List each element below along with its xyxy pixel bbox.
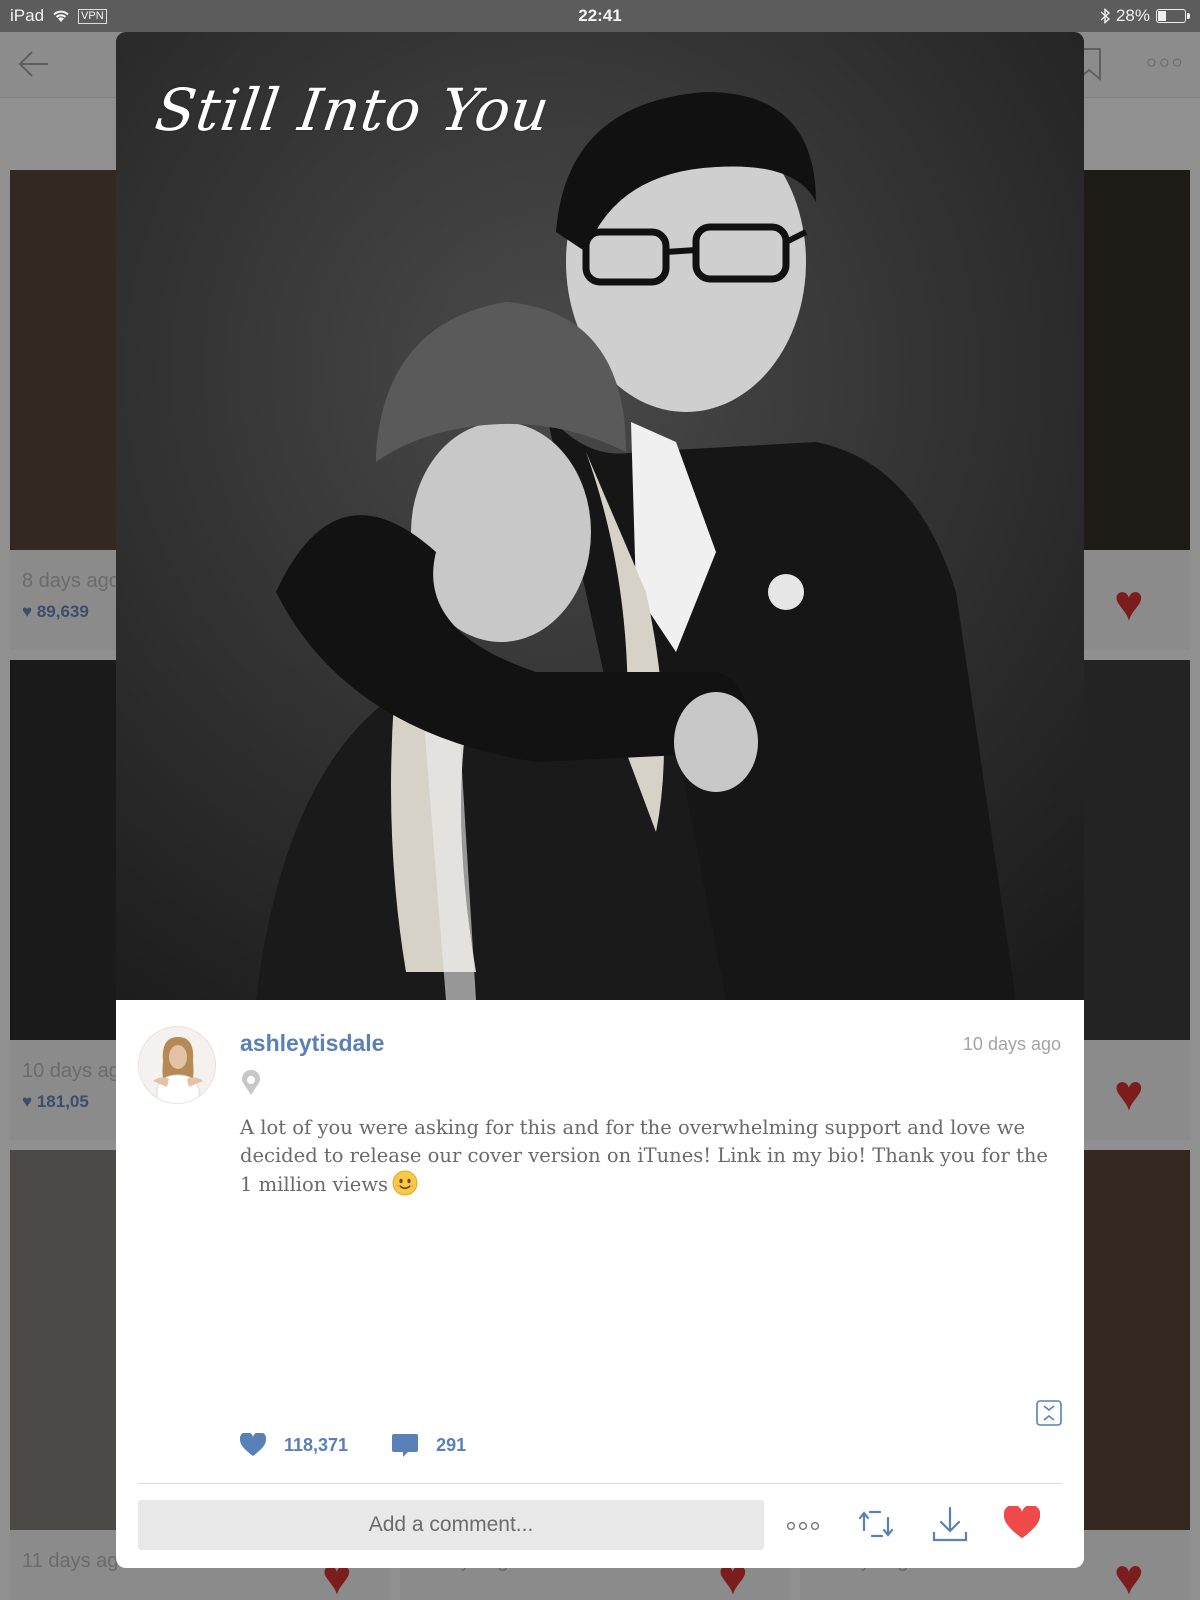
smile-emoji-icon (392, 1170, 418, 1196)
avatar[interactable] (138, 1026, 216, 1104)
battery-icon (1156, 9, 1190, 23)
post-caption-text: A lot of you were asking for this and fo… (240, 1116, 1048, 1196)
like-count-value: 118,371 (284, 1434, 349, 1455)
collapse-icon[interactable] (1036, 1400, 1062, 1426)
post-stats: 118,371 291 (240, 1432, 510, 1458)
download-icon[interactable] (932, 1506, 968, 1544)
comment-count[interactable]: 291 (392, 1432, 466, 1458)
avatar-portrait (153, 1037, 203, 1103)
status-bar: iPad VPN 22:41 28% (0, 0, 1200, 32)
photo-overlay-title: Still Into You (151, 76, 555, 144)
more-options-icon[interactable] (786, 1520, 820, 1532)
battery-level (1158, 11, 1166, 21)
post-caption: A lot of you were asking for this and fo… (240, 1114, 1050, 1199)
heart-icon (240, 1433, 266, 1456)
post-photo-art (116, 32, 1084, 1000)
status-time: 22:41 (578, 6, 622, 25)
comment-icon (392, 1434, 419, 1457)
like-button-heart-icon[interactable] (1004, 1506, 1040, 1540)
repost-icon[interactable] (858, 1506, 894, 1542)
post-photo[interactable]: Still Into You (116, 32, 1084, 1000)
bluetooth-icon (1100, 8, 1110, 24)
status-right: 28% (1100, 6, 1190, 26)
post-detail-modal: Still Into You ashleytisdale 10 days ago… (116, 32, 1084, 1568)
comment-input[interactable] (138, 1500, 764, 1550)
battery-percent: 28% (1115, 6, 1150, 25)
post-username[interactable]: ashleytisdale (240, 1030, 384, 1057)
comment-count-value: 291 (436, 1434, 467, 1455)
like-count[interactable]: 118,371 (240, 1433, 348, 1457)
post-time: 10 days ago (962, 1034, 1061, 1054)
location-pin-icon[interactable] (240, 1070, 262, 1096)
divider (138, 1483, 1062, 1484)
